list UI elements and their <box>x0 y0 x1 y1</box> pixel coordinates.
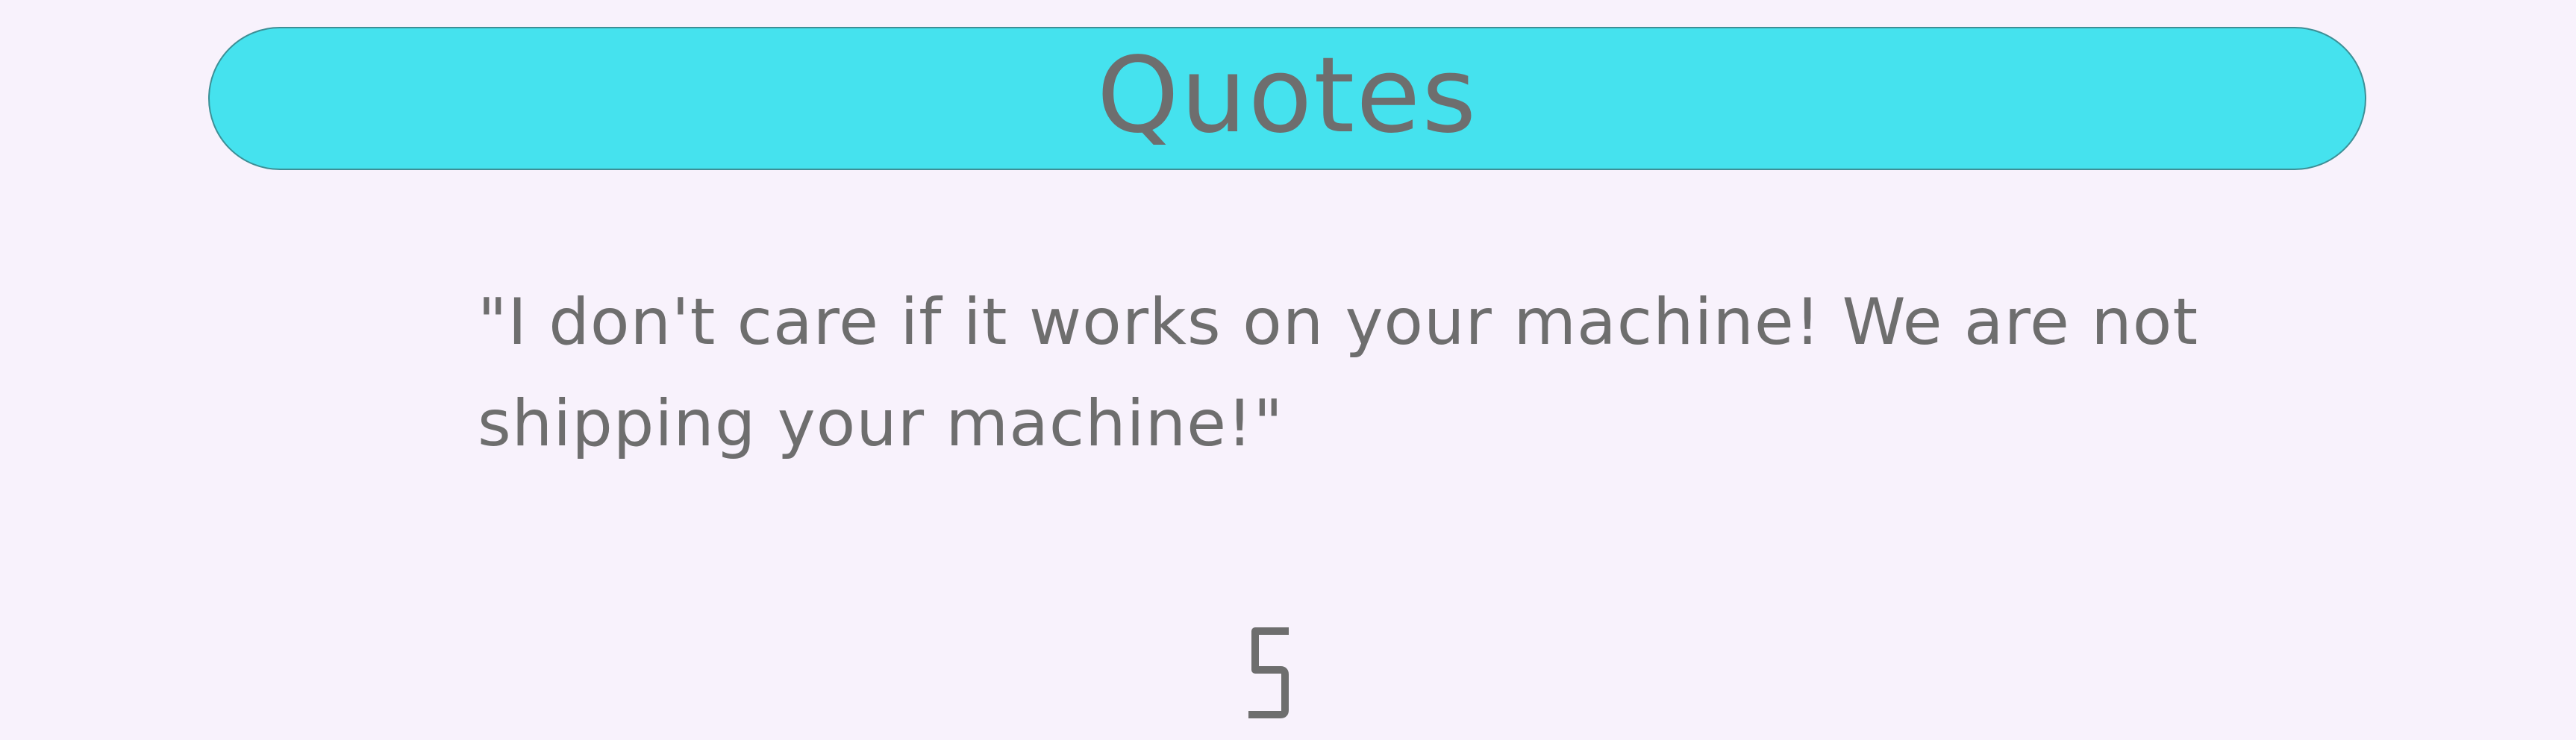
quote-text: "I don't care if it works on your machin… <box>478 285 2199 461</box>
header-bar: Quotes <box>208 27 2366 170</box>
quote-counter: 5 <box>1216 621 1321 725</box>
page-title: Quotes <box>1096 35 1478 157</box>
counter-digit: 5 <box>1248 627 1289 718</box>
